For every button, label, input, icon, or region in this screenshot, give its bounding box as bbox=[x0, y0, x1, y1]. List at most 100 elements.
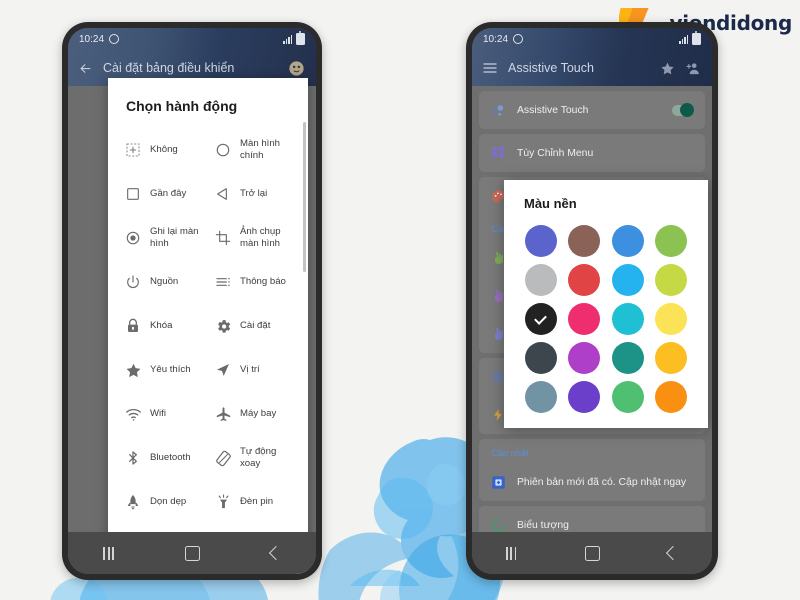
color-swatch-3[interactable] bbox=[655, 225, 688, 257]
right-phone-device: 10:24 Assistive Touch Assistive Touch Tù… bbox=[466, 22, 718, 580]
color-swatch-11[interactable] bbox=[655, 303, 688, 335]
option-anh-chup-man-hinh[interactable]: Ảnh chụp màn hình bbox=[208, 216, 298, 260]
assistive-touch-toggle[interactable] bbox=[672, 103, 694, 117]
option-thong-bao[interactable]: Thông báo bbox=[208, 260, 298, 304]
notification-list-icon bbox=[214, 273, 232, 291]
row-bieu-tuong[interactable]: Biểu tượng bbox=[479, 506, 705, 532]
battery-icon bbox=[692, 31, 701, 45]
record-icon bbox=[124, 229, 142, 247]
assistive-touch-icon bbox=[490, 102, 506, 118]
option-man-hinh-chinh[interactable]: Màn hình chính bbox=[208, 128, 298, 172]
choose-action-dialog: Chọn hành động Không Màn hình chính Gần … bbox=[108, 78, 308, 574]
dialog-scrollbar[interactable] bbox=[303, 122, 306, 272]
recents-icon[interactable] bbox=[506, 546, 517, 560]
option-khoa[interactable]: Khóa bbox=[118, 304, 208, 348]
update-box-icon bbox=[490, 474, 506, 490]
option-nguon[interactable]: Nguồn bbox=[118, 260, 208, 304]
color-swatch-4[interactable] bbox=[524, 264, 557, 296]
color-swatch-0[interactable] bbox=[524, 225, 557, 257]
location-arrow-icon bbox=[214, 361, 232, 379]
lock-icon bbox=[124, 317, 142, 335]
auto-rotate-icon bbox=[214, 449, 232, 467]
color-swatch-14[interactable] bbox=[611, 342, 644, 374]
option-label: Tự động xoay bbox=[240, 446, 277, 469]
power-icon bbox=[124, 273, 142, 291]
color-swatch-1[interactable] bbox=[568, 225, 601, 257]
background-color-dialog: Màu nền bbox=[504, 180, 708, 428]
color-swatch-13[interactable] bbox=[568, 342, 601, 374]
hamburger-menu-icon[interactable] bbox=[482, 60, 498, 76]
avatar-icon[interactable] bbox=[287, 59, 306, 78]
home-icon[interactable] bbox=[584, 545, 600, 561]
airplane-icon bbox=[214, 405, 232, 423]
color-swatch-grid bbox=[504, 211, 708, 429]
flashlight-icon bbox=[214, 493, 232, 511]
star-icon[interactable] bbox=[660, 61, 675, 76]
row-label: Assistive Touch bbox=[517, 104, 589, 116]
home-icon[interactable] bbox=[184, 545, 200, 561]
square-outline-icon bbox=[124, 185, 142, 203]
option-gan-day[interactable]: Gần đây bbox=[118, 172, 208, 216]
row-label: Phiên bản mới đã có. Cập nhật ngay bbox=[517, 476, 687, 488]
color-swatch-12[interactable] bbox=[524, 342, 557, 374]
back-icon[interactable] bbox=[665, 545, 680, 561]
color-swatch-5[interactable] bbox=[568, 264, 601, 296]
row-tuy-chinh-menu[interactable]: Tùy Chỉnh Menu bbox=[479, 134, 705, 172]
option-label: Yêu thích bbox=[150, 364, 191, 376]
plus-dashed-icon bbox=[124, 141, 142, 159]
option-cai-dat[interactable]: Cài đặt bbox=[208, 304, 298, 348]
signal-icon bbox=[679, 34, 689, 44]
color-swatch-8[interactable] bbox=[524, 303, 557, 335]
option-label: Wifi bbox=[150, 408, 166, 420]
gear-icon bbox=[214, 317, 232, 335]
customize-menu-card: Tùy Chỉnh Menu bbox=[479, 134, 705, 172]
option-label: Đèn pin bbox=[240, 496, 274, 508]
recents-icon[interactable] bbox=[103, 546, 114, 560]
option-khong[interactable]: Không bbox=[118, 128, 208, 172]
color-swatch-17[interactable] bbox=[568, 381, 601, 413]
color-swatch-7[interactable] bbox=[655, 264, 688, 296]
option-label: Máy bay bbox=[240, 408, 277, 420]
back-arrow-icon[interactable] bbox=[78, 61, 93, 76]
left-nav-bar bbox=[68, 532, 316, 574]
option-label: Khóa bbox=[150, 320, 173, 332]
color-swatch-2[interactable] bbox=[611, 225, 644, 257]
grid-menu-icon bbox=[490, 145, 506, 161]
option-don-dep[interactable]: Dọn dẹp bbox=[118, 480, 208, 524]
color-swatch-10[interactable] bbox=[611, 303, 644, 335]
right-app-bar: Assistive Touch bbox=[472, 50, 712, 86]
right-app-bar-title: Assistive Touch bbox=[508, 61, 594, 75]
right-nav-bar bbox=[472, 532, 712, 574]
color-swatch-9[interactable] bbox=[568, 303, 601, 335]
option-may-bay[interactable]: Máy bay bbox=[208, 392, 298, 436]
option-label: Nguồn bbox=[150, 276, 179, 288]
color-swatch-18[interactable] bbox=[611, 381, 644, 413]
option-bluetooth[interactable]: Bluetooth bbox=[118, 436, 208, 480]
battery-icon bbox=[296, 31, 305, 45]
option-vi-tri[interactable]: Vị trí bbox=[208, 348, 298, 392]
option-tu-dong-xoay[interactable]: Tự động xoay bbox=[208, 436, 298, 480]
left-status-time: 10:24 bbox=[79, 33, 105, 45]
option-yeu-thich[interactable]: Yêu thích bbox=[118, 348, 208, 392]
color-swatch-19[interactable] bbox=[655, 381, 688, 413]
assistive-touch-card: Assistive Touch bbox=[479, 91, 705, 129]
row-assistive-touch[interactable]: Assistive Touch bbox=[479, 91, 705, 129]
color-swatch-6[interactable] bbox=[611, 264, 644, 296]
option-tro-lai[interactable]: Trở lại bbox=[208, 172, 298, 216]
add-person-icon[interactable] bbox=[685, 60, 702, 77]
option-wifi[interactable]: Wifi bbox=[118, 392, 208, 436]
row-update[interactable]: Phiên bản mới đã có. Cập nhật ngay bbox=[479, 463, 705, 501]
left-phone-device: 10:24 Cài đặt bảng điều khiển Chọn hành … bbox=[62, 22, 322, 580]
option-label: Ghi lại màn hình bbox=[150, 226, 199, 249]
option-ghi-lai-man-hinh[interactable]: Ghi lại màn hình bbox=[118, 216, 208, 260]
row-label: Tùy Chỉnh Menu bbox=[517, 147, 594, 159]
back-icon[interactable] bbox=[268, 545, 283, 561]
right-phone-screen: 10:24 Assistive Touch Assistive Touch Tù… bbox=[472, 28, 712, 574]
option-den-pin[interactable]: Đèn pin bbox=[208, 480, 298, 524]
update-card: Cập nhật Phiên bản mới đã có. Cập nhật n… bbox=[479, 439, 705, 501]
color-dialog-title: Màu nền bbox=[524, 196, 577, 211]
color-swatch-16[interactable] bbox=[524, 381, 557, 413]
wifi-icon bbox=[124, 405, 142, 423]
circle-icon bbox=[513, 34, 524, 44]
color-swatch-15[interactable] bbox=[655, 342, 688, 374]
